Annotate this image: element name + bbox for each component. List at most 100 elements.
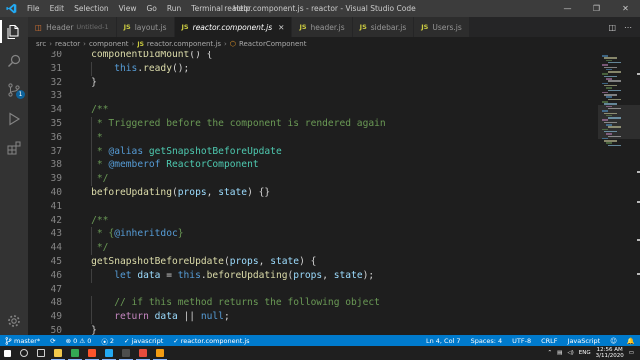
tab-layout-js[interactable]: JS layout.js	[116, 17, 175, 37]
eslint-javascript-status[interactable]: ✓ javascript	[119, 337, 168, 345]
tab-header-js[interactable]: JS header.js	[292, 17, 353, 37]
terminal-glyph	[122, 348, 130, 357]
code-editor[interactable]: 30 componentDidMount() {31 this.ready();…	[28, 51, 598, 335]
code-line[interactable]: 41	[28, 200, 598, 214]
code-line[interactable]: 31 this.ready();	[28, 61, 598, 76]
breadcrumb-src[interactable]: src	[36, 40, 46, 48]
line-number: 36	[50, 131, 62, 143]
volume-icon[interactable]: ◁)	[567, 350, 573, 356]
code-line[interactable]: 37 * @alias getSnapshotBeforeUpdate	[28, 144, 598, 159]
more-actions-icon[interactable]: ⋯	[624, 23, 632, 32]
taskbar-terminal-icon[interactable]	[119, 346, 133, 360]
tab-header[interactable]: ◫ Header Untitled-1	[28, 17, 117, 37]
ports-indicator[interactable]: ⦿ 2	[96, 336, 119, 346]
code-line[interactable]: 33	[28, 89, 598, 103]
minimap-line	[604, 121, 617, 124]
language-mode[interactable]: JavaScript	[563, 337, 606, 345]
menu-go[interactable]: Go	[141, 4, 161, 13]
manage-button[interactable]	[0, 306, 28, 335]
encoding[interactable]: UTF-8	[507, 337, 536, 345]
branch-indicator[interactable]: master*	[0, 337, 45, 345]
menu-edit[interactable]: Edit	[45, 4, 70, 13]
taskbar-vscode-icon[interactable]	[102, 346, 116, 360]
menu-file[interactable]: File	[22, 4, 45, 13]
code-line[interactable]: 42 /**	[28, 214, 598, 228]
restore-button[interactable]: ❐	[582, 0, 611, 17]
code-line[interactable]: 40 beforeUpdating(props, state) {}	[28, 186, 598, 200]
feedback-icon[interactable]: ☺	[605, 337, 622, 345]
close-tab-icon[interactable]: ✕	[278, 23, 284, 32]
window-controls: — ❐ ✕	[553, 0, 640, 17]
tab-users-js[interactable]: JS Users.js	[414, 17, 470, 37]
taskbar-chrome-icon[interactable]	[68, 346, 82, 360]
action-center-icon[interactable]: ▭	[629, 350, 634, 356]
cursor-position[interactable]: Ln 4, Col 7	[421, 337, 466, 345]
taskbar-app-red-icon[interactable]	[136, 346, 150, 360]
taskbar-brave-icon[interactable]	[85, 346, 99, 360]
indentation[interactable]: Spaces: 4	[466, 337, 508, 345]
sync-button[interactable]: ⟳	[45, 337, 60, 345]
code-line[interactable]: 36 *	[28, 130, 598, 145]
code-token: data	[154, 311, 178, 323]
task-view-glyph	[37, 349, 45, 357]
eslint-file-status[interactable]: ✓ reactor.component.js	[168, 337, 254, 345]
minimap-line	[608, 80, 621, 82]
code-line[interactable]: 49 return data || null;	[28, 310, 598, 324]
problems-indicator[interactable]: ⊗ 0 ⚠ 0	[61, 337, 97, 345]
minimap-line	[606, 68, 612, 71]
code-line[interactable]: 35 * Triggered before the component is r…	[28, 117, 598, 131]
menu-bar: File Edit Selection View Go Run Terminal…	[22, 4, 255, 13]
minimap-line	[602, 91, 608, 94]
menu-view[interactable]: View	[114, 4, 142, 13]
taskbar-file-explorer-icon[interactable]	[51, 346, 65, 360]
notifications-icon[interactable]: 🔔	[622, 337, 640, 345]
code-line[interactable]: 39 */	[28, 172, 598, 186]
breadcrumb-component[interactable]: component	[89, 40, 129, 48]
minimize-button[interactable]: —	[553, 0, 582, 17]
extensions-button[interactable]	[0, 133, 28, 162]
code-line[interactable]: 30 componentDidMount() {	[28, 51, 598, 62]
search-button[interactable]	[0, 46, 28, 75]
source-control-button[interactable]: 1	[0, 75, 28, 104]
minimap[interactable]	[598, 51, 640, 335]
end-of-line[interactable]: CRLF	[536, 337, 562, 345]
breadcrumb-symbol[interactable]: ReactorComponent	[239, 40, 307, 48]
chevron-up-icon[interactable]: ⌃	[548, 350, 553, 356]
taskbar-start-icon[interactable]	[0, 346, 14, 360]
minimap-line	[608, 98, 621, 101]
code-line[interactable]: 48 // if this method returns the followi…	[28, 296, 598, 311]
explorer-button[interactable]	[0, 17, 28, 46]
code-token: beforeUpdating	[68, 187, 172, 198]
code-line[interactable]: 38 * @memberof ReactorComponent	[28, 158, 598, 173]
split-editor-icon[interactable]: ◫	[608, 23, 616, 32]
tab-reactor-component-js[interactable]: JS reactor.component.js ✕	[174, 17, 293, 37]
code-token: @inheritdoc	[114, 228, 178, 240]
run-debug-button[interactable]	[0, 104, 28, 133]
line-number: 39	[50, 173, 62, 185]
code-line[interactable]: 34 /**	[28, 103, 598, 117]
tab-sidebar-js[interactable]: JS sidebar.js	[352, 17, 415, 37]
code-line[interactable]: 44 */	[28, 241, 598, 255]
code-token: */	[68, 242, 109, 254]
breadcrumb-reactor[interactable]: reactor	[55, 40, 80, 48]
close-window-button[interactable]: ✕	[611, 0, 640, 17]
taskbar-app-orange-icon[interactable]	[153, 346, 167, 360]
gear-icon	[8, 314, 20, 327]
code-line[interactable]: 45 getSnapshotBeforeUpdate(props, state)…	[28, 255, 598, 269]
code-line[interactable]: 43 * {@inheritdoc}	[28, 227, 598, 242]
menu-run[interactable]: Run	[162, 4, 186, 13]
menu-selection[interactable]: Selection	[69, 4, 114, 13]
taskbar-task-view-icon[interactable]	[34, 346, 48, 360]
network-icon[interactable]: ▤	[557, 350, 562, 356]
code-line[interactable]: 47	[28, 283, 598, 297]
code-line[interactable]: 32 }	[28, 76, 598, 90]
code-line[interactable]: 46 let data = this.beforeUpdating(props,…	[28, 268, 598, 283]
breadcrumb-file[interactable]: reactor.component.js	[147, 40, 221, 48]
input-language[interactable]: ENG	[579, 350, 591, 356]
minimap-line	[604, 75, 617, 78]
clock[interactable]: 12:56 AM 3/11/2020	[596, 347, 624, 359]
code-line[interactable]: 50 }	[28, 324, 598, 335]
menu-terminal[interactable]: Terminal	[186, 4, 228, 13]
taskbar-search-icon[interactable]	[17, 346, 31, 360]
menu-help[interactable]: Help	[228, 4, 255, 13]
